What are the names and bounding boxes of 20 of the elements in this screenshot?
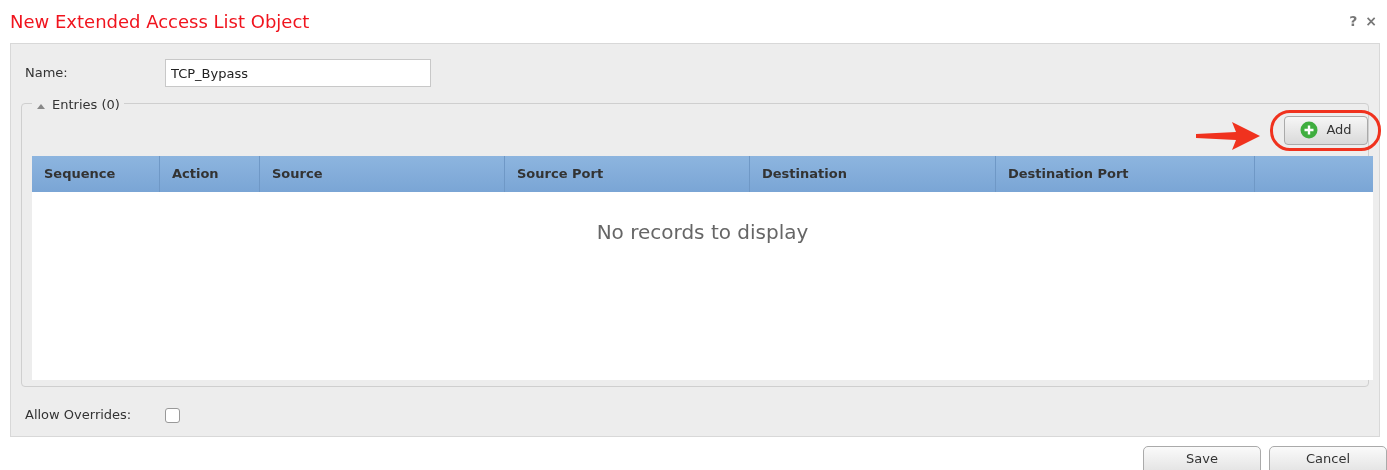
column-header[interactable]: Destination Port	[996, 156, 1255, 192]
column-header[interactable]: Source Port	[505, 156, 750, 192]
column-header[interactable]: Sequence	[32, 156, 160, 192]
field-label: Allow Overrides:	[25, 406, 133, 425]
cancel-button[interactable]: Cancel	[1269, 446, 1387, 470]
add-button[interactable]: Add	[1284, 115, 1368, 145]
column-header[interactable]: Destination	[750, 156, 996, 192]
close-button[interactable]: ×	[1365, 11, 1377, 32]
help-button[interactable]: ?	[1349, 11, 1358, 32]
group-legend: Entries (0)	[52, 95, 120, 115]
checkbox[interactable]	[165, 407, 180, 423]
save-button[interactable]: Save	[1143, 446, 1261, 470]
column-header[interactable]: Action	[160, 156, 260, 192]
annotation-arrow	[1196, 121, 1260, 151]
empty-message: No records to display	[595, 219, 810, 246]
column-header[interactable]: Source	[260, 156, 505, 192]
field-label: Name:	[25, 64, 69, 83]
plus-icon	[1300, 121, 1319, 139]
dialog-title: New Extended Access List Object	[10, 10, 310, 34]
name-field[interactable]: TCP_Bypass	[165, 59, 431, 87]
